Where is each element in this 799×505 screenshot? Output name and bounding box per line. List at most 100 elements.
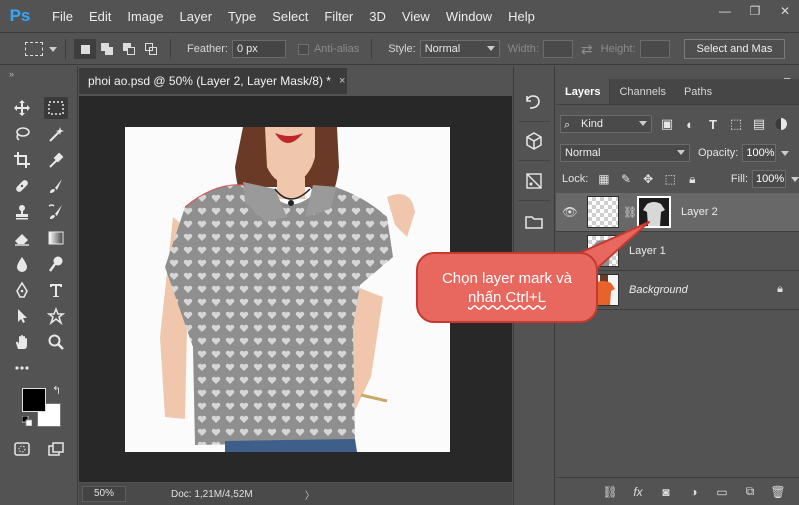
layer-name[interactable]: Background xyxy=(629,284,688,296)
filter-toggle-icon[interactable] xyxy=(775,118,787,130)
adjustments-panel-icon[interactable] xyxy=(523,170,545,192)
height-input[interactable] xyxy=(639,40,670,58)
add-selection-button[interactable] xyxy=(96,39,118,59)
crop-tool-icon[interactable] xyxy=(10,149,34,171)
menu-type[interactable]: Type xyxy=(220,9,264,24)
collapse-icon[interactable]: » xyxy=(9,69,14,79)
adjustment-filter-icon[interactable]: ◐ xyxy=(682,116,698,132)
menu-select[interactable]: Select xyxy=(264,9,316,24)
smart-object-filter-icon[interactable]: ▤ xyxy=(751,116,767,132)
screen-mode-icon[interactable] xyxy=(44,438,68,460)
move-tool-icon[interactable] xyxy=(10,97,34,119)
callout-line-1: Chọn layer mark và xyxy=(441,269,573,287)
chevron-down-icon[interactable] xyxy=(791,176,799,182)
style-select[interactable]: Normal xyxy=(419,40,500,58)
lock-transparency-icon[interactable]: ▦ xyxy=(597,172,610,186)
history-brush-icon[interactable] xyxy=(44,201,68,223)
eyedropper-tool-icon[interactable] xyxy=(44,149,68,171)
type-filter-icon[interactable]: T xyxy=(705,116,721,132)
chevron-down-icon[interactable] xyxy=(781,150,790,156)
menu-edit[interactable]: Edit xyxy=(81,9,119,24)
menu-image[interactable]: Image xyxy=(119,9,171,24)
history-panel-icon[interactable] xyxy=(523,91,545,113)
custom-shape-icon[interactable] xyxy=(44,305,68,327)
menu-view[interactable]: View xyxy=(394,9,438,24)
more-tools-icon[interactable] xyxy=(10,357,34,379)
close-button[interactable]: ✕ xyxy=(777,4,793,18)
quick-mask-icon[interactable] xyxy=(10,438,34,460)
options-bar: Feather: 0 px Anti-alias Style: Normal W… xyxy=(0,34,799,65)
swap-colors-icon[interactable]: ↰ xyxy=(52,384,61,397)
artboard-lock-icon[interactable]: ⬚ xyxy=(664,172,677,186)
intersect-selection-button[interactable] xyxy=(140,39,162,59)
feather-input[interactable]: 0 px xyxy=(231,40,286,58)
zoom-tool-icon[interactable] xyxy=(44,331,68,353)
blur-tool-icon[interactable] xyxy=(10,253,34,275)
filter-kind-select[interactable]: ⌕ Kind xyxy=(560,115,652,133)
eraser-tool-icon[interactable] xyxy=(10,227,34,249)
menu-filter[interactable]: Filter xyxy=(316,9,361,24)
feather-label: Feather: xyxy=(187,43,228,55)
pen-tool-icon[interactable] xyxy=(10,279,34,301)
chevron-down-icon xyxy=(486,46,495,51)
antialias-checkbox[interactable] xyxy=(297,43,309,55)
new-selection-button[interactable] xyxy=(74,39,96,59)
new-group-icon[interactable]: ▭ xyxy=(715,485,729,499)
3d-panel-icon[interactable] xyxy=(523,130,545,152)
pixel-filter-icon[interactable]: ▣ xyxy=(659,116,675,132)
window-controls: — ❐ ✕ xyxy=(717,4,793,18)
magic-wand-icon[interactable] xyxy=(44,123,68,145)
shape-filter-icon[interactable]: ⬚ xyxy=(728,116,744,132)
select-and-mask-button[interactable]: Select and Mas xyxy=(683,39,786,59)
subtract-selection-button[interactable] xyxy=(118,39,140,59)
link-layers-icon[interactable]: ⛓ xyxy=(602,485,617,499)
layer-style-icon[interactable]: fx xyxy=(631,485,645,499)
lock-all-icon[interactable]: 🔒︎ xyxy=(686,172,699,186)
intersect-selection-icon xyxy=(145,43,157,55)
clone-stamp-icon[interactable] xyxy=(10,201,34,223)
lock-position-icon[interactable]: ✥ xyxy=(642,172,655,186)
menu-3d[interactable]: 3D xyxy=(361,9,394,24)
fill-input[interactable]: 100% xyxy=(752,170,787,188)
status-menu-arrow-icon[interactable]: 〉 xyxy=(305,487,315,502)
menu-file[interactable]: File xyxy=(44,9,81,24)
brush-tool-icon[interactable] xyxy=(44,175,68,197)
layer-name[interactable]: Layer 2 xyxy=(681,206,718,218)
healing-brush-icon[interactable] xyxy=(10,175,34,197)
restore-button[interactable]: ❐ xyxy=(747,4,763,18)
width-input[interactable] xyxy=(542,40,573,58)
close-icon[interactable]: × xyxy=(339,75,345,87)
gradient-tool-icon[interactable] xyxy=(44,227,68,249)
marquee-tool-icon[interactable] xyxy=(44,97,68,119)
marquee-preset-icon[interactable] xyxy=(25,42,43,56)
lock-image-icon[interactable]: ✎ xyxy=(619,172,632,186)
type-tool-icon[interactable] xyxy=(44,279,68,301)
hand-tool-icon[interactable] xyxy=(10,331,34,353)
path-selection-icon[interactable] xyxy=(10,305,34,327)
tab-channels[interactable]: Channels xyxy=(610,79,674,104)
menu-help[interactable]: Help xyxy=(500,9,543,24)
swap-dimensions-icon[interactable]: ⇄ xyxy=(581,41,593,58)
dodge-tool-icon[interactable] xyxy=(44,253,68,275)
menu-layer[interactable]: Layer xyxy=(172,9,221,24)
zoom-level-field[interactable]: 50% xyxy=(82,486,126,502)
blend-mode-select[interactable]: Normal xyxy=(560,144,690,162)
chevron-down-icon[interactable] xyxy=(49,46,57,52)
libraries-panel-icon[interactable] xyxy=(523,211,545,233)
tab-paths[interactable]: Paths xyxy=(675,79,721,104)
foreground-color-swatch[interactable] xyxy=(22,388,46,412)
callout: Chọn layer mark và nhấn Ctrl+L xyxy=(416,252,598,323)
tab-layers[interactable]: Layers xyxy=(556,79,611,104)
new-adjustment-layer-icon[interactable]: ◑ xyxy=(687,485,701,499)
minimize-button[interactable]: — xyxy=(717,4,733,18)
style-label: Style: xyxy=(388,43,416,55)
default-colors-icon[interactable] xyxy=(21,415,33,427)
menu-window[interactable]: Window xyxy=(438,9,500,24)
new-layer-icon[interactable]: ⧉ xyxy=(743,484,757,499)
opacity-input[interactable]: 100% xyxy=(742,144,777,162)
trash-icon[interactable]: 🗑︎ xyxy=(770,485,785,499)
document-tab[interactable]: phoi ao.psd @ 50% (Layer 2, Layer Mask/8… xyxy=(79,68,347,94)
add-mask-icon[interactable]: ◙ xyxy=(659,485,673,499)
lasso-tool-icon[interactable] xyxy=(10,123,34,145)
document-image[interactable] xyxy=(125,127,450,452)
